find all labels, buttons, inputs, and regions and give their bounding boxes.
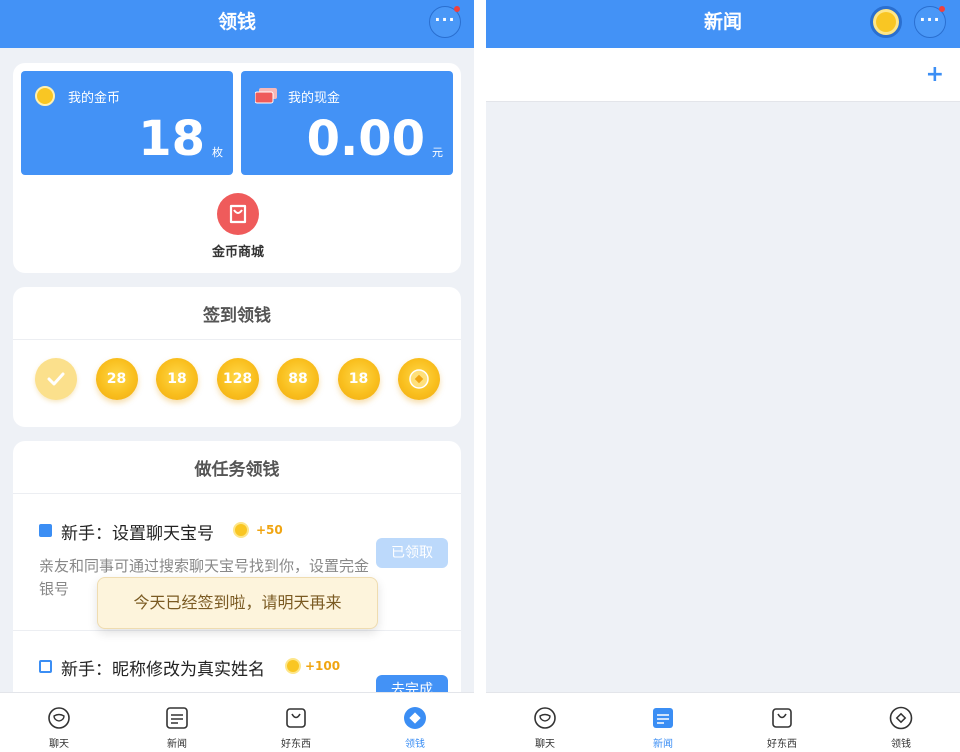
my-cash-value: 0.00 [306,111,425,167]
claimed-button[interactable]: 已领取 [376,538,448,568]
task-checkbox[interactable] [39,660,52,673]
header-bar: 新闻 ··· [486,0,960,48]
tab-label: 好东西 [767,739,797,750]
coin-shop-label: 金币商城 [211,245,264,260]
tab-goods[interactable]: 好东西 [742,693,822,752]
tab-news[interactable]: 新闻 [137,693,217,752]
tab-label: 新闻 [167,739,187,750]
cash-icon [255,88,277,104]
tab-label: 新闻 [653,739,673,750]
bottom-tab-bar: 聊天 新闻 好东西 领钱 [486,692,960,752]
check-icon [47,372,65,386]
add-channel-button[interactable]: + [926,62,944,87]
my-cash-unit: 元 [432,146,443,159]
checkin-day-coin[interactable]: 88 [277,358,319,400]
tab-label: 领钱 [405,739,425,750]
divider [13,630,461,631]
bottom-tab-bar: 聊天 新闻 好东西 领钱 [0,692,474,752]
checkin-day-coin[interactable]: 18 [337,358,380,400]
checkin-title: 签到领钱 [203,306,271,326]
tab-news[interactable]: 新闻 [623,693,703,752]
checkin-day-coin[interactable]: 28 [95,358,138,400]
notification-dot [454,6,460,12]
shopping-bag-icon [229,204,247,224]
bonus-coin-icon [409,369,429,389]
coin-tab-icon [889,706,913,730]
earn-money-screen: 领钱 ··· 我的金币 18 枚 我的现金 0.00 元 金币商城 签到领钱 2… [0,0,474,752]
my-cash-label: 我的现金 [288,91,341,106]
tab-earn[interactable]: 领钱 [375,693,455,752]
task-reward: +100 [305,659,341,673]
notification-dot [939,6,945,12]
gold-coin-icon[interactable] [870,6,902,38]
tab-label: 聊天 [535,739,555,750]
my-coins-unit: 枚 [212,146,223,159]
news-icon [653,708,673,728]
checkin-day-coin[interactable]: 128 [216,358,259,400]
my-coins-value: 18 [138,111,205,167]
toast-message: 今天已经签到啦，请明天再来 [97,577,378,629]
my-cash-tile[interactable]: 我的现金 0.00 元 [241,71,453,175]
tab-chat[interactable]: 聊天 [19,693,99,752]
tab-label: 好东西 [281,739,311,750]
tab-chat[interactable]: 聊天 [505,693,585,752]
more-button[interactable]: ··· [429,6,461,38]
checkin-day-done[interactable] [35,358,77,400]
task-title: 新手：设置聊天宝号 [61,524,214,544]
task-reward: +50 [256,523,283,537]
task-title: 新手：昵称修改为真实姓名 [61,660,265,680]
coin-icon [285,658,301,674]
tab-earn[interactable]: 领钱 [861,693,941,752]
tab-label: 领钱 [891,739,911,750]
news-icon [166,707,188,729]
chat-icon [534,707,556,729]
divider [13,493,461,494]
more-button[interactable]: ··· [914,6,946,38]
coin-tab-icon [404,707,426,729]
bag-icon [772,708,792,728]
bag-icon [286,708,306,728]
news-screen: 新闻 ··· + 聊天 新闻 好东西 领钱 [486,0,960,752]
chat-icon [48,707,70,729]
channel-bar: + [486,48,960,102]
checkin-day-coin[interactable]: 18 [156,358,198,400]
checkin-card: 签到领钱 28 18 128 88 18 [13,287,461,427]
page-title: 领钱 [217,11,256,33]
checkin-day-bonus[interactable] [398,358,440,400]
divider [13,339,461,340]
coin-icon [233,522,249,538]
coin-icon [35,86,55,106]
tasks-title: 做任务领钱 [194,460,280,480]
header-bar: 领钱 ··· [0,0,474,48]
coin-shop-button[interactable] [217,193,259,235]
wallet-card: 我的金币 18 枚 我的现金 0.00 元 金币商城 [13,63,461,273]
my-coins-tile[interactable]: 我的金币 18 枚 [21,71,233,175]
tab-goods[interactable]: 好东西 [256,693,336,752]
tab-label: 聊天 [49,739,69,750]
task-checkbox-checked[interactable] [39,524,52,537]
my-coins-label: 我的金币 [68,91,121,106]
